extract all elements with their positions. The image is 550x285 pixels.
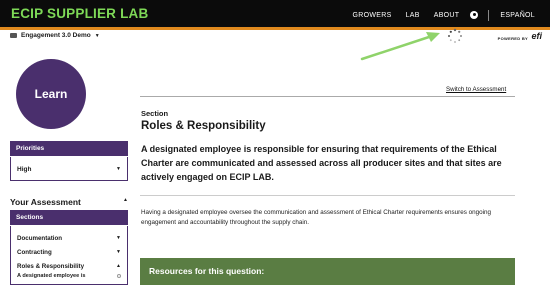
chevron-up-icon: ▲ [123, 197, 128, 203]
priorities-value: High [17, 165, 32, 173]
section-item-label: Contracting [17, 248, 52, 256]
chevron-down-icon: ▼ [94, 32, 100, 39]
question-description: Having a designated employee oversee the… [141, 209, 492, 226]
chevron-down-icon: ▼ [116, 249, 121, 255]
divider [140, 96, 515, 97]
question-item[interactable]: A designated employee is [11, 273, 127, 279]
priorities-select[interactable]: High ▼ [10, 157, 128, 181]
nav-language[interactable]: ESPAÑOL [493, 12, 542, 19]
section-item-label: Roles & Responsibility [17, 262, 85, 270]
chevron-up-icon: ▲ [116, 263, 121, 269]
status-dot-icon [117, 274, 121, 278]
user-icon[interactable] [470, 11, 479, 19]
chevron-down-icon: ▼ [116, 235, 121, 241]
efi-logo: efi [531, 31, 542, 41]
app-logo[interactable]: ECIP SUPPLIER LAB [11, 6, 148, 21]
section-item-label: Documentation [17, 234, 63, 242]
nav-about[interactable]: ABOUT [427, 12, 467, 19]
divider [140, 195, 515, 196]
top-navigation-bar: ECIP SUPPLIER LAB GROWERS LAB ABOUT ESPA… [0, 0, 550, 30]
section-label: Section [141, 109, 169, 118]
section-title: Roles & Responsibility [141, 120, 266, 132]
folder-icon [10, 33, 17, 38]
priorities-header: Priorities [10, 141, 128, 156]
powered-by-label: POWERED BY [497, 36, 528, 41]
nav-growers[interactable]: GROWERS [346, 12, 399, 19]
learn-badge: Learn [16, 59, 86, 129]
resources-title: Resources for this question: [149, 266, 265, 276]
section-item-documentation[interactable]: Documentation ▼ [11, 231, 127, 245]
switch-to-assessment-link[interactable]: Switch to Assessment [446, 86, 506, 93]
sections-list: Documentation ▼ Contracting ▼ Roles & Re… [10, 226, 128, 285]
resources-panel: Resources for this question: [140, 258, 515, 285]
question-item-label: A designated employee is [17, 273, 86, 279]
question-text: A designated employee is responsible for… [141, 144, 502, 182]
loading-spinner-icon [448, 28, 462, 43]
main-nav: GROWERS LAB ABOUT ESPAÑOL [346, 0, 542, 30]
chevron-down-icon: ▼ [116, 166, 121, 172]
nav-divider [488, 9, 490, 21]
your-assessment-title: Your Assessment [10, 197, 81, 207]
sections-header: Sections [10, 210, 128, 225]
demo-label: Engagement 3.0 Demo [21, 32, 91, 39]
learn-label: Learn [34, 87, 68, 101]
your-assessment-toggle[interactable]: Your Assessment ▲ [10, 197, 128, 207]
nav-lab[interactable]: LAB [399, 12, 427, 19]
annotation-arrow [360, 32, 440, 61]
section-item-contracting[interactable]: Contracting ▼ [11, 245, 127, 259]
demo-selector[interactable]: Engagement 3.0 Demo ▼ [10, 32, 100, 39]
section-item-roles[interactable]: Roles & Responsibility ▲ [11, 259, 127, 273]
